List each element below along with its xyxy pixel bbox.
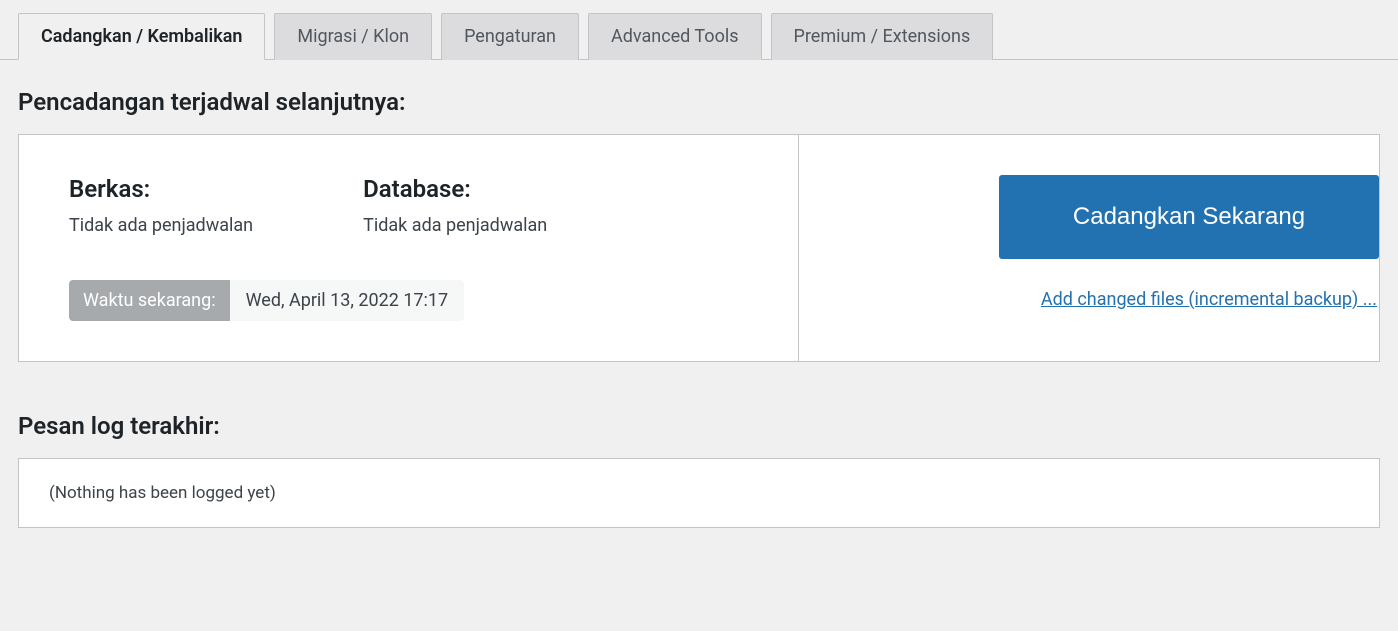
files-column: Berkas: Tidak ada penjadwalan — [69, 175, 253, 236]
tab-advanced-tools[interactable]: Advanced Tools — [588, 13, 762, 60]
schedule-box: Berkas: Tidak ada penjadwalan Database: … — [18, 134, 1380, 362]
last-log-heading: Pesan log terakhir: — [18, 412, 1380, 440]
database-column: Database: Tidak ada penjadwalan — [363, 175, 547, 236]
tab-settings[interactable]: Pengaturan — [441, 13, 579, 60]
database-label: Database: — [363, 175, 547, 203]
log-box: (Nothing has been logged yet) — [18, 458, 1380, 528]
tab-migrate-clone[interactable]: Migrasi / Klon — [274, 13, 432, 60]
backup-now-button[interactable]: Cadangkan Sekarang — [999, 175, 1379, 259]
database-value: Tidak ada penjadwalan — [363, 215, 547, 236]
current-time-value: Wed, April 13, 2022 17:17 — [230, 280, 465, 321]
tabs-bar: Cadangkan / Kembalikan Migrasi / Klon Pe… — [0, 12, 1398, 60]
schedule-columns: Berkas: Tidak ada penjadwalan Database: … — [69, 175, 748, 236]
current-time-label: Waktu sekarang: — [69, 280, 230, 321]
schedule-right-panel: Cadangkan Sekarang Add changed files (in… — [799, 135, 1379, 361]
main-content: Pencadangan terjadwal selanjutnya: Berka… — [0, 60, 1398, 546]
files-value: Tidak ada penjadwalan — [69, 215, 253, 236]
tab-premium-extensions[interactable]: Premium / Extensions — [771, 13, 994, 60]
next-scheduled-backup-heading: Pencadangan terjadwal selanjutnya: — [18, 88, 1380, 116]
tab-backup-restore[interactable]: Cadangkan / Kembalikan — [18, 13, 265, 60]
incremental-backup-link[interactable]: Add changed files (incremental backup) .… — [1041, 289, 1377, 310]
current-time-row: Waktu sekarang: Wed, April 13, 2022 17:1… — [69, 280, 748, 321]
files-label: Berkas: — [69, 175, 253, 203]
log-empty-message: (Nothing has been logged yet) — [49, 483, 276, 503]
schedule-left-panel: Berkas: Tidak ada penjadwalan Database: … — [19, 135, 798, 361]
